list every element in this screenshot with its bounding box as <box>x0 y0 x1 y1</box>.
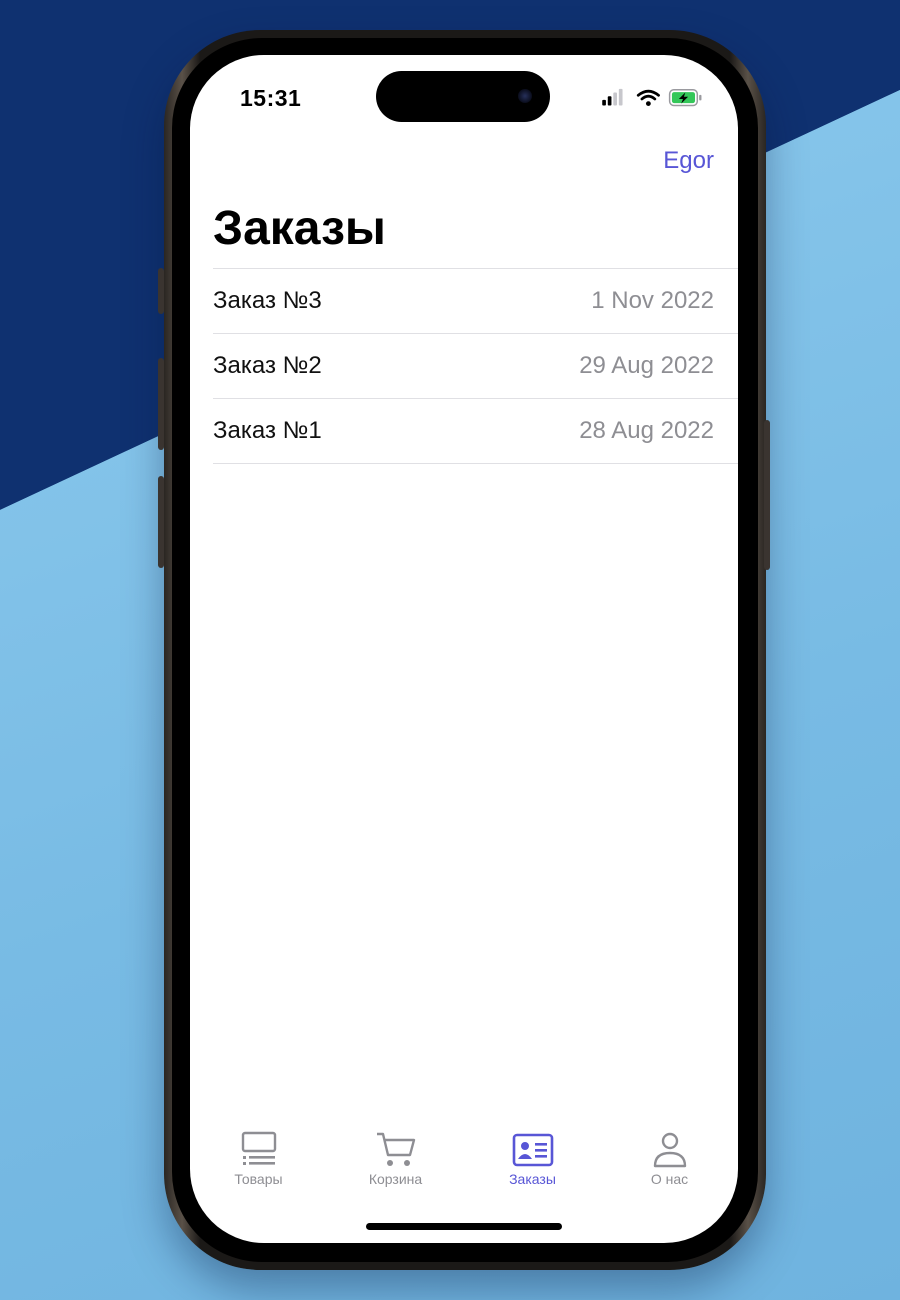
order-title: Заказ №1 <box>213 417 322 444</box>
status-icons <box>602 88 702 107</box>
tab-cart[interactable]: Корзина <box>327 1127 464 1187</box>
tab-label: О нас <box>650 1171 689 1187</box>
power-button <box>764 420 770 570</box>
tab-label: Корзина <box>368 1171 423 1187</box>
tab-label: Товары <box>234 1171 283 1187</box>
tab-bar: Товары Корзина Заказы О нас <box>190 1127 738 1207</box>
tab-products[interactable]: Товары <box>190 1127 327 1187</box>
orders-list: Заказ №3 1 Nov 2022 Заказ №2 29 Aug 2022… <box>213 268 738 464</box>
battery-icon <box>668 89 702 107</box>
camera-icon <box>518 89 532 103</box>
tab-orders[interactable]: Заказы <box>464 1127 601 1187</box>
list-item[interactable]: Заказ №2 29 Aug 2022 <box>213 333 738 398</box>
list-item[interactable]: Заказ №1 28 Aug 2022 <box>213 398 738 464</box>
list-item[interactable]: Заказ №3 1 Nov 2022 <box>213 268 738 333</box>
home-indicator[interactable] <box>366 1223 562 1230</box>
page-title: Заказы <box>213 202 386 255</box>
user-button[interactable]: Egor <box>663 147 714 175</box>
cart-icon <box>376 1132 415 1166</box>
status-time: 15:31 <box>240 85 302 111</box>
wifi-icon <box>636 89 660 107</box>
dynamic-island <box>376 71 550 122</box>
order-date: 1 Nov 2022 <box>591 287 714 314</box>
orders-icon <box>512 1133 553 1167</box>
order-title: Заказ №3 <box>213 287 322 314</box>
products-icon <box>241 1131 276 1165</box>
screen: 15:31 Egor Заказы Заказ №3 1 Nov 2022 За… <box>190 55 738 1243</box>
order-date: 29 Aug 2022 <box>579 352 714 379</box>
silent-switch <box>158 268 164 314</box>
volume-down-button <box>158 476 164 568</box>
signal-icon <box>602 88 623 106</box>
person-icon <box>653 1132 686 1168</box>
volume-up-button <box>158 358 164 450</box>
tab-label: Заказы <box>509 1171 556 1187</box>
tab-about[interactable]: О нас <box>601 1127 738 1187</box>
order-title: Заказ №2 <box>213 352 322 379</box>
order-date: 28 Aug 2022 <box>579 417 714 444</box>
